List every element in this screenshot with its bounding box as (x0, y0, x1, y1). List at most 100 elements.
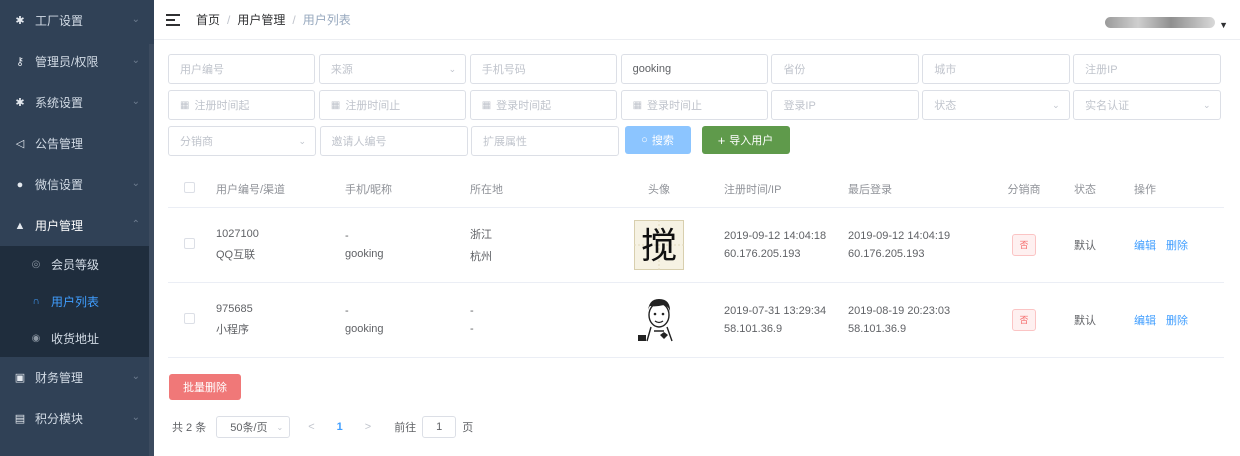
last-login-ip: 60.176.205.193 (848, 248, 925, 260)
register-start-date[interactable]: ▦ 注册时间起 (168, 90, 316, 120)
next-page-icon[interactable]: > (365, 421, 371, 433)
breadcrumb-user-management[interactable]: 用户管理 (237, 11, 285, 28)
real-name-select[interactable]: 实名认证 ⌄ (1073, 90, 1221, 120)
menu-toggle-icon[interactable] (166, 13, 180, 26)
city-input[interactable]: 城市 (922, 54, 1070, 84)
sidebar-item-user-management[interactable]: ▲ 用户管理 ⌃ (0, 205, 154, 246)
status-select[interactable]: 状态 ⌄ (922, 90, 1070, 120)
col-header: 头像 (648, 183, 670, 196)
edit-link[interactable]: 编辑 (1134, 315, 1156, 327)
placeholder: 注册时间起 (194, 100, 250, 112)
nickname-input[interactable]: gooking (620, 54, 768, 84)
nickname: gooking (345, 323, 384, 335)
channel: 小程序 (216, 324, 249, 336)
placeholder: 城市 (934, 64, 957, 76)
city: - (470, 323, 474, 335)
sidebar: ✱ 工厂设置 ⌄ ⚷ 管理员/权限 ⌄ ✱ 系统设置 ⌄ ◁ 公告管理 ● 微信… (0, 0, 154, 456)
goto-page-value: 1 (436, 421, 443, 433)
wechat-icon: ● (16, 178, 24, 191)
sidebar-item-announcements[interactable]: ◁ 公告管理 (0, 123, 154, 164)
row-checkbox[interactable] (184, 313, 195, 324)
placeholder: 省份 (783, 64, 806, 76)
extended-attr-input[interactable]: 扩展属性 (471, 126, 619, 156)
delete-link[interactable]: 删除 (1166, 315, 1188, 327)
import-users-button[interactable]: + 导入用户 (701, 126, 790, 154)
chevron-down-icon: ⌄ (131, 178, 140, 189)
register-time: 2019-09-12 14:04:18 (724, 230, 827, 242)
row-checkbox[interactable] (184, 238, 195, 249)
breadcrumb-separator: / (227, 12, 231, 27)
user-id: 1027100 (216, 228, 259, 240)
chevron-down-icon: ⌄ (131, 55, 140, 66)
inviter-id-input[interactable]: 邀请人编号 (319, 126, 468, 156)
col-header: 手机/昵称 (345, 183, 393, 196)
sidebar-item-finance[interactable]: ▣ 财务管理 ⌄ (0, 357, 154, 398)
search-button[interactable]: ○ 搜索 (624, 126, 691, 154)
sidebar-item-system-settings[interactable]: ✱ 系统设置 ⌄ (0, 82, 154, 123)
delete-link[interactable]: 删除 (1166, 240, 1188, 252)
province-input[interactable]: 省份 (771, 54, 919, 84)
register-ip-input[interactable]: 注册IP (1073, 54, 1221, 84)
page-size-select[interactable]: 50条/页 ⌄ (216, 416, 291, 438)
register-end-date[interactable]: ▦ 注册时间止 (318, 90, 467, 120)
sidebar-item-label: 微信设置 (35, 178, 84, 192)
distributor-select[interactable]: 分销商 ⌄ (168, 126, 316, 156)
phone: - (345, 230, 349, 242)
chevron-down-icon: ⌄ (131, 14, 140, 25)
location-icon: ◉ (31, 333, 41, 344)
placeholder: 登录时间起 (496, 100, 552, 112)
table-header: 用户编号/渠道 手机/昵称 所在地 头像 注册时间/IP 最后登录 分销商 状态… (168, 170, 1224, 208)
placeholder: 登录IP (783, 100, 816, 112)
sidebar-subitem-shipping-addresses[interactable]: ◉ 收货地址 (0, 320, 154, 357)
city: 杭州 (470, 251, 492, 263)
input-value: gooking (632, 63, 672, 75)
col-header: 分销商 (1007, 183, 1041, 196)
goto-page-input[interactable]: 1 (422, 416, 457, 438)
prev-page-icon[interactable]: < (308, 421, 314, 433)
sidebar-subitem-label: 用户列表 (51, 295, 100, 309)
sidebar-item-wechat-settings[interactable]: ● 微信设置 ⌄ (0, 164, 154, 205)
placeholder: 注册IP (1085, 64, 1118, 76)
bell-icon: ◎ (31, 259, 41, 270)
register-time: 2019-07-31 13:29:34 (724, 305, 827, 317)
placeholder: 来源 (330, 64, 353, 76)
edit-link[interactable]: 编辑 (1134, 240, 1156, 252)
login-end-date[interactable]: ▦ 登录时间止 (620, 90, 768, 120)
chevron-down-icon: ⌄ (1202, 99, 1211, 110)
placeholder: 分销商 (180, 136, 213, 148)
source-select[interactable]: 来源 ⌄ (318, 54, 467, 84)
login-start-date[interactable]: ▦ 登录时间起 (469, 90, 618, 120)
plus-icon: + (717, 132, 726, 148)
avatar-glyph: 搅 (641, 226, 677, 267)
phone-input[interactable]: 手机号码 (469, 54, 618, 84)
select-all-checkbox[interactable] (184, 181, 195, 193)
points-icon: ▤ (14, 413, 26, 425)
user-id-input[interactable]: 用户编号 (168, 54, 316, 84)
chevron-down-icon: ⌄ (448, 63, 457, 74)
sidebar-item-label: 系统设置 (35, 96, 84, 110)
sidebar-item-admin-permissions[interactable]: ⚷ 管理员/权限 ⌄ (0, 41, 154, 82)
batch-delete-button[interactable]: 批量删除 (169, 374, 241, 400)
sidebar-item-label: 财务管理 (35, 371, 84, 385)
sidebar-item-points[interactable]: ▤ 积分模块 ⌄ (0, 398, 154, 439)
headset-icon: ∩ (32, 296, 40, 307)
distributor-badge: 否 (1012, 234, 1036, 256)
login-ip-input[interactable]: 登录IP (771, 90, 919, 120)
table-row: 1027100 QQ互联 - gooking 浙江杭州 搅 2019-09-12 1… (168, 208, 1224, 283)
redacted-username (1105, 16, 1216, 28)
goto-label: 前往 (394, 422, 417, 434)
chevron-down-icon: ⌄ (1052, 99, 1060, 110)
channel: QQ互联 (216, 249, 256, 261)
sidebar-item-label: 积分模块 (35, 412, 84, 426)
last-login-time: 2019-09-12 14:04:19 (848, 230, 951, 242)
user-menu[interactable]: ▼ (1105, 14, 1228, 30)
nickname: gooking (345, 248, 384, 260)
sidebar-subitem-member-levels[interactable]: ◎ 会员等级 (0, 246, 154, 283)
sidebar-item-factory-settings[interactable]: ✱ 工厂设置 ⌄ (0, 0, 154, 41)
breadcrumb-home[interactable]: 首页 (196, 11, 220, 28)
page-number-current[interactable]: 1 (337, 421, 343, 433)
sidebar-subitem-user-list[interactable]: ∩ 用户列表 (0, 283, 154, 320)
province: 浙江 (470, 229, 492, 241)
user-table: 用户编号/渠道 手机/昵称 所在地 头像 注册时间/IP 最后登录 分销商 状态… (168, 170, 1224, 358)
sidebar-scrollbar[interactable] (149, 44, 154, 456)
